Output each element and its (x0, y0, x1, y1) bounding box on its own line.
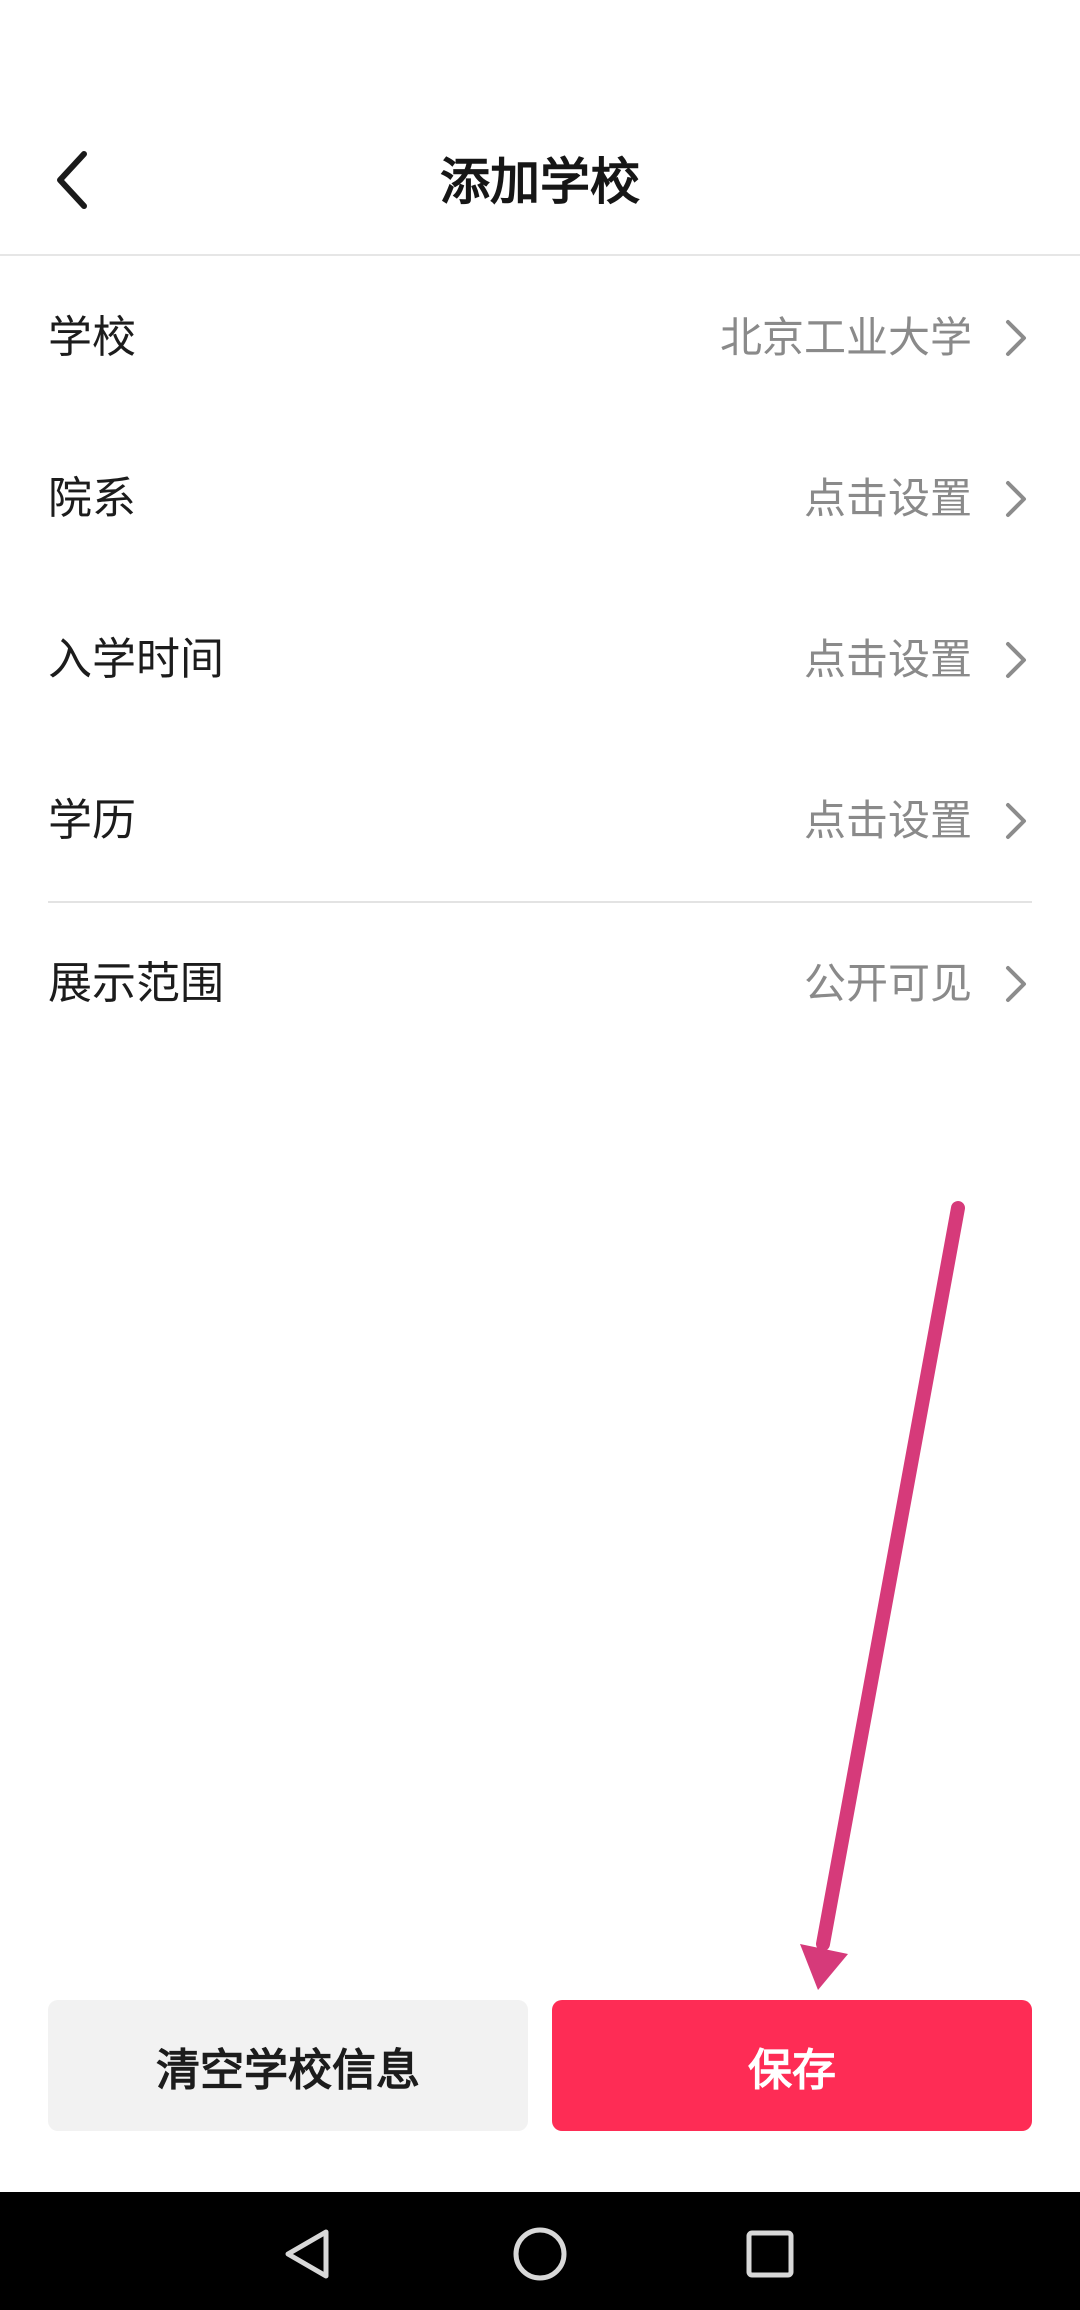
screen: 添加学校 学校 北京工业大学 院系 点击设置 入学时间 点击设置 学历 点击设置… (0, 0, 1080, 2310)
triangle-back-icon (285, 2229, 329, 2279)
header-bar: 添加学校 (0, 0, 1080, 256)
square-recents-icon (746, 2230, 794, 2278)
chevron-right-icon (1006, 481, 1026, 517)
save-button[interactable]: 保存 (552, 2000, 1032, 2131)
row-label: 学校 (48, 312, 136, 363)
circle-home-icon (513, 2227, 567, 2281)
row-visibility[interactable]: 展示范围 公开可见 (0, 904, 1080, 1064)
row-label: 学历 (48, 795, 136, 846)
chevron-right-icon (1006, 803, 1026, 839)
row-label: 院系 (48, 473, 136, 524)
system-navigation-bar (0, 2192, 1080, 2310)
system-back-button[interactable] (268, 2214, 348, 2294)
row-value: 公开可见 (803, 959, 972, 1008)
row-label: 入学时间 (48, 634, 224, 685)
clear-school-info-button[interactable]: 清空学校信息 (48, 2000, 528, 2131)
chevron-right-icon (1006, 320, 1026, 356)
row-enrollment-time[interactable]: 入学时间 点击设置 (0, 580, 1080, 740)
row-value: 北京工业大学 (719, 313, 972, 362)
row-label: 展示范围 (48, 958, 224, 1009)
chevron-right-icon (1006, 642, 1026, 678)
row-department[interactable]: 院系 点击设置 (0, 419, 1080, 579)
system-recents-button[interactable] (730, 2214, 810, 2294)
chevron-right-icon (1006, 966, 1026, 1002)
row-value: 点击设置 (803, 474, 972, 523)
system-home-button[interactable] (500, 2214, 580, 2294)
page-title: 添加学校 (440, 153, 640, 211)
section-divider (48, 901, 1032, 903)
row-school[interactable]: 学校 北京工业大学 (0, 258, 1080, 418)
row-value: 点击设置 (803, 635, 972, 684)
row-value: 点击设置 (803, 796, 972, 845)
row-education[interactable]: 学历 点击设置 (0, 741, 1080, 901)
